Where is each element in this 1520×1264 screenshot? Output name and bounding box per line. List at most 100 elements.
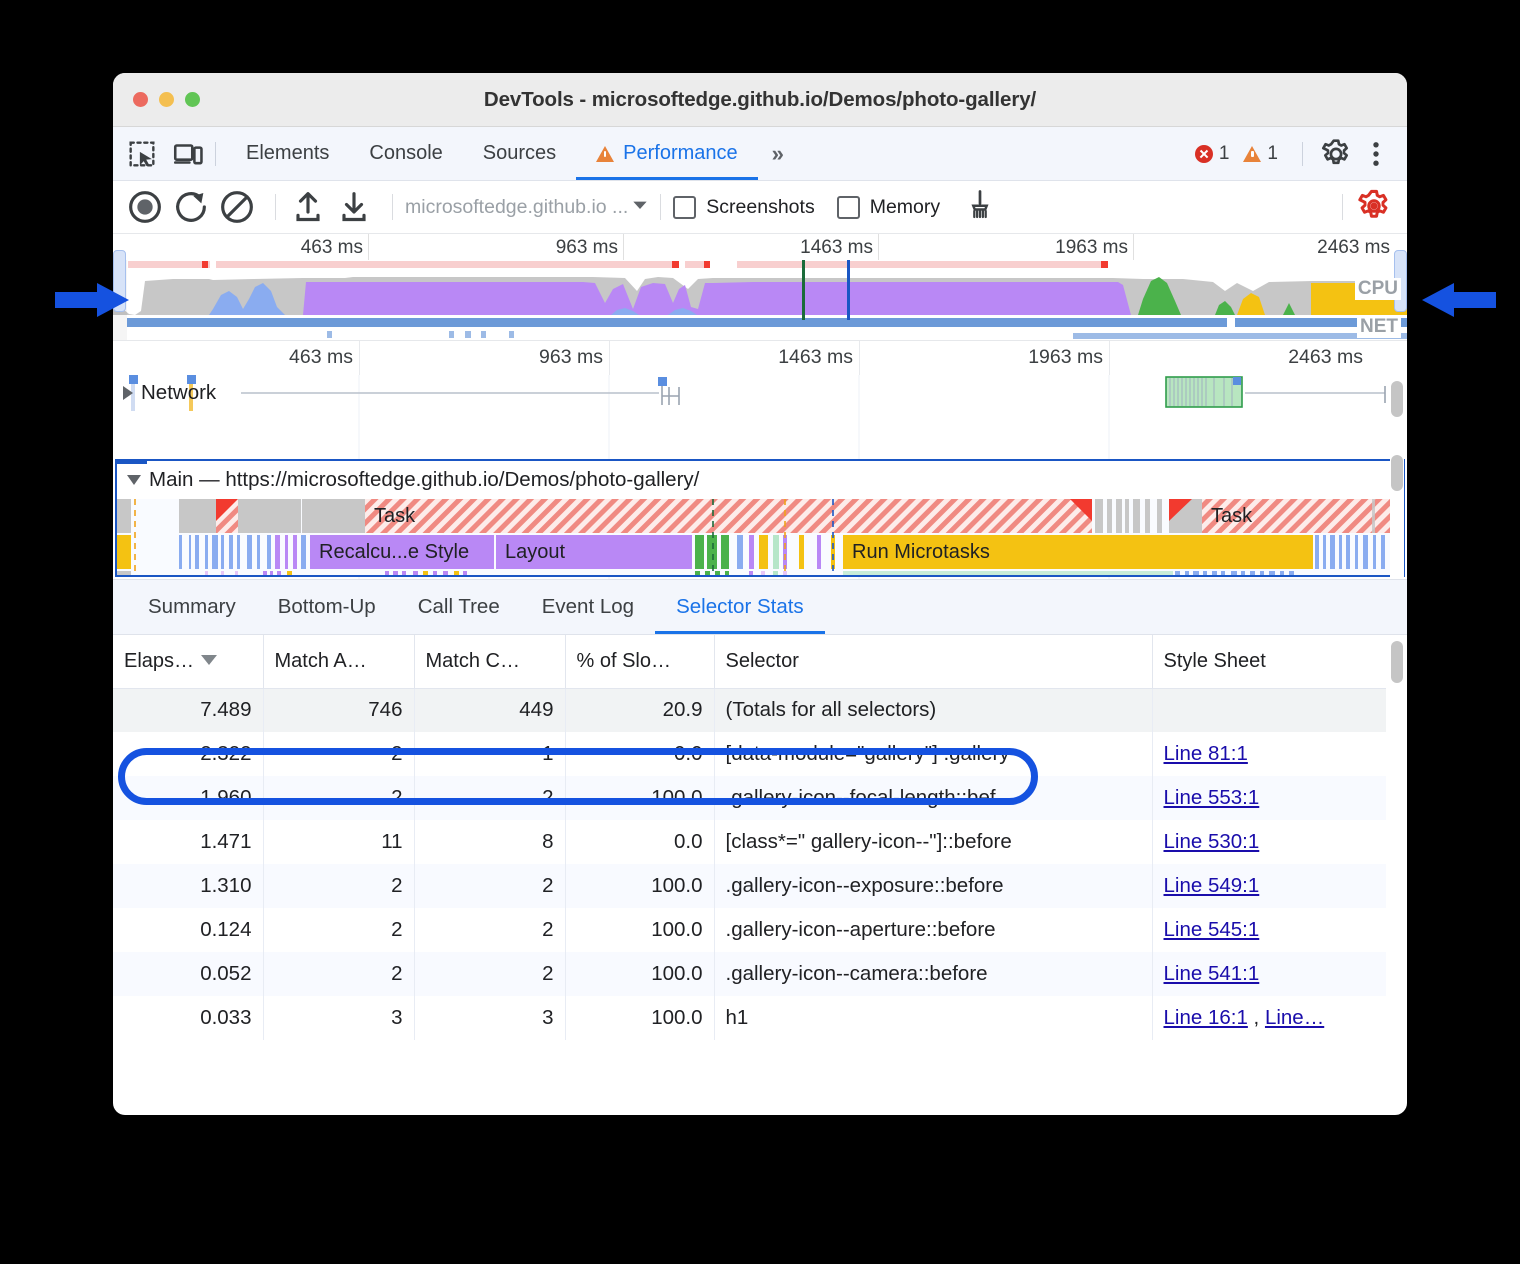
tabbar-divider — [215, 142, 216, 166]
more-tabs-chevron-icon[interactable]: » — [758, 141, 795, 167]
expand-triangle-icon[interactable] — [123, 386, 133, 400]
toolbar-divider-1 — [275, 194, 276, 220]
cell-style-sheet — [1152, 688, 1386, 732]
column-header-pct-slow[interactable]: % of Slo… — [565, 635, 714, 688]
memory-checkbox[interactable]: Memory — [837, 196, 962, 219]
column-header-match-attempts[interactable]: Match A… — [263, 635, 414, 688]
network-track-row[interactable]: Network — [113, 375, 1407, 411]
network-track-title[interactable]: Network — [123, 375, 216, 411]
screenshots-checkbox-box — [673, 196, 696, 219]
cell-pct-slow: 100.0 — [565, 952, 714, 996]
overview-tick-1: 963 ms — [556, 237, 618, 259]
table-row[interactable]: 7.48974644920.9(Totals for all selectors… — [113, 688, 1386, 732]
profile-url-select[interactable]: microsoftedge.github.io ... — [405, 196, 648, 219]
clear-no-entry-icon[interactable] — [217, 187, 257, 227]
tab-event-log[interactable]: Event Log — [521, 580, 655, 634]
table-row[interactable]: 1.31022100.0.gallery-icon--exposure::bef… — [113, 864, 1386, 908]
table-row[interactable]: 0.12422100.0.gallery-icon--aperture::bef… — [113, 908, 1386, 952]
style-sheet-link[interactable]: Line 16:1 — [1164, 1006, 1248, 1029]
flame-bar-run-microtasks[interactable]: Run Microtasks — [843, 535, 1313, 569]
column-header-selector[interactable]: Selector — [714, 635, 1152, 688]
collapse-triangle-icon[interactable] — [127, 475, 141, 485]
tab-selector-stats[interactable]: Selector Stats — [655, 580, 825, 634]
style-sheet-link[interactable]: Line 545:1 — [1164, 918, 1260, 941]
cell-elapsed: 0.033 — [113, 996, 263, 1040]
flamechart-scrollbar-thumb-2[interactable] — [1391, 455, 1403, 491]
style-sheet-link[interactable]: Line 541:1 — [1164, 962, 1260, 985]
main-track-title[interactable]: Main — https://microsoftedge.github.io/D… — [127, 461, 699, 499]
overview-tick-2: 1463 ms — [800, 237, 873, 259]
column-header-match-attempts-label: Match A… — [275, 650, 367, 672]
collect-garbage-broom-icon[interactable] — [962, 187, 1002, 227]
tab-console[interactable]: Console — [349, 127, 462, 180]
memory-checkbox-box — [837, 196, 860, 219]
cell-elapsed: 7.489 — [113, 688, 263, 732]
tab-summary[interactable]: Summary — [127, 580, 257, 634]
main-track[interactable]: Main — https://microsoftedge.github.io/D… — [115, 459, 1405, 577]
cell-match-attempts: 2 — [263, 952, 414, 996]
tab-elements[interactable]: Elements — [226, 127, 349, 180]
table-scrollbar[interactable] — [1390, 635, 1404, 1053]
tab-bottom-up[interactable]: Bottom-Up — [257, 580, 397, 634]
style-sheet-link[interactable]: Line 553:1 — [1164, 786, 1260, 809]
download-profile-icon[interactable] — [334, 187, 374, 227]
devtools-tabbar: Elements Console Sources Performance » 1… — [113, 127, 1407, 181]
record-circle-icon[interactable] — [125, 187, 165, 227]
flamechart-scrollbar-thumb-1[interactable] — [1391, 381, 1403, 417]
selector-stats-table-wrapper[interactable]: Elaps… Match A… Match C… % of Slo… Selec… — [113, 635, 1407, 1040]
table-row[interactable]: 1.96022100.0.gallery-icon--focal-length:… — [113, 776, 1386, 820]
overview-marker-blue — [847, 260, 850, 320]
capture-settings-gear-icon[interactable] — [1355, 187, 1395, 227]
flame-bar-recalculate-style[interactable]: Recalcu...e Style — [310, 535, 494, 569]
style-sheet-link[interactable]: Line 81:1 — [1164, 742, 1248, 765]
table-row[interactable]: 2.322210.0[data-module="gallery"] .galle… — [113, 732, 1386, 776]
inspect-element-icon[interactable] — [125, 137, 159, 171]
style-sheet-link[interactable]: Line 549:1 — [1164, 874, 1260, 897]
cell-match-count: 3 — [414, 996, 565, 1040]
screenshots-label: Screenshots — [706, 196, 814, 219]
warning-icon[interactable] — [1243, 146, 1261, 162]
flame-bar-task-left[interactable]: Task — [365, 499, 665, 533]
flamechart[interactable]: Network Main — https://microsoftedge.git… — [113, 375, 1407, 579]
upload-profile-icon[interactable] — [288, 187, 328, 227]
cell-selector: h1 — [714, 996, 1152, 1040]
device-toolbar-icon[interactable] — [171, 137, 205, 171]
flame-bar-task-right[interactable]: Task — [1202, 499, 1402, 533]
table-row[interactable]: 0.05222100.0.gallery-icon--camera::befor… — [113, 952, 1386, 996]
cell-selector: .gallery-icon--camera::before — [714, 952, 1152, 996]
overview-net-chart — [113, 315, 1407, 340]
error-icon[interactable] — [1195, 145, 1213, 163]
column-header-elapsed[interactable]: Elaps… — [113, 635, 263, 688]
warning-count: 1 — [1267, 143, 1278, 165]
gear-icon[interactable] — [1319, 137, 1353, 171]
chevron-down-icon — [632, 196, 648, 219]
flamechart-body[interactable]: Task Task Recalcu...e Style Layout Run M… — [117, 499, 1403, 575]
tab-call-tree[interactable]: Call Tree — [397, 580, 521, 634]
overview-frames-strip — [113, 260, 1407, 269]
flame-bar-layout[interactable]: Layout — [496, 535, 692, 569]
style-sheet-link[interactable]: Line… — [1265, 1006, 1324, 1029]
toolbar-divider-4 — [1342, 194, 1343, 220]
tab-console-label: Console — [369, 127, 442, 180]
tab-sources[interactable]: Sources — [463, 127, 576, 180]
flame-bar-anonymous[interactable]: (anonymous) — [843, 571, 1173, 575]
table-scrollbar-thumb[interactable] — [1391, 641, 1403, 683]
cell-selector: (Totals for all selectors) — [714, 688, 1152, 732]
three-dots-icon[interactable] — [1359, 137, 1393, 171]
table-row[interactable]: 1.4711180.0[class*=" gallery-icon--"]::b… — [113, 820, 1386, 864]
column-header-selector-label: Selector — [726, 650, 799, 672]
style-sheet-link[interactable]: Line 530:1 — [1164, 830, 1260, 853]
selector-stats-table: Elaps… Match A… Match C… % of Slo… Selec… — [113, 635, 1386, 1040]
cell-match-count: 2 — [414, 952, 565, 996]
timeline-overview[interactable]: 463 ms 963 ms 1463 ms 1963 ms 2463 ms — [113, 234, 1407, 340]
flamechart-scrollbar[interactable] — [1390, 377, 1404, 577]
main-track-header-row[interactable]: Main — https://microsoftedge.github.io/D… — [117, 461, 1403, 499]
column-header-style-sheet[interactable]: Style Sheet — [1152, 635, 1386, 688]
toolbar-divider-2 — [392, 194, 393, 220]
table-row[interactable]: 0.03333100.0h1Line 16:1 , Line… — [113, 996, 1386, 1040]
flamechart-tick-2: 1463 ms — [778, 346, 853, 369]
column-header-match-count[interactable]: Match C… — [414, 635, 565, 688]
reload-record-icon[interactable] — [171, 187, 211, 227]
tab-performance[interactable]: Performance — [576, 127, 758, 180]
screenshots-checkbox[interactable]: Screenshots — [673, 196, 836, 219]
